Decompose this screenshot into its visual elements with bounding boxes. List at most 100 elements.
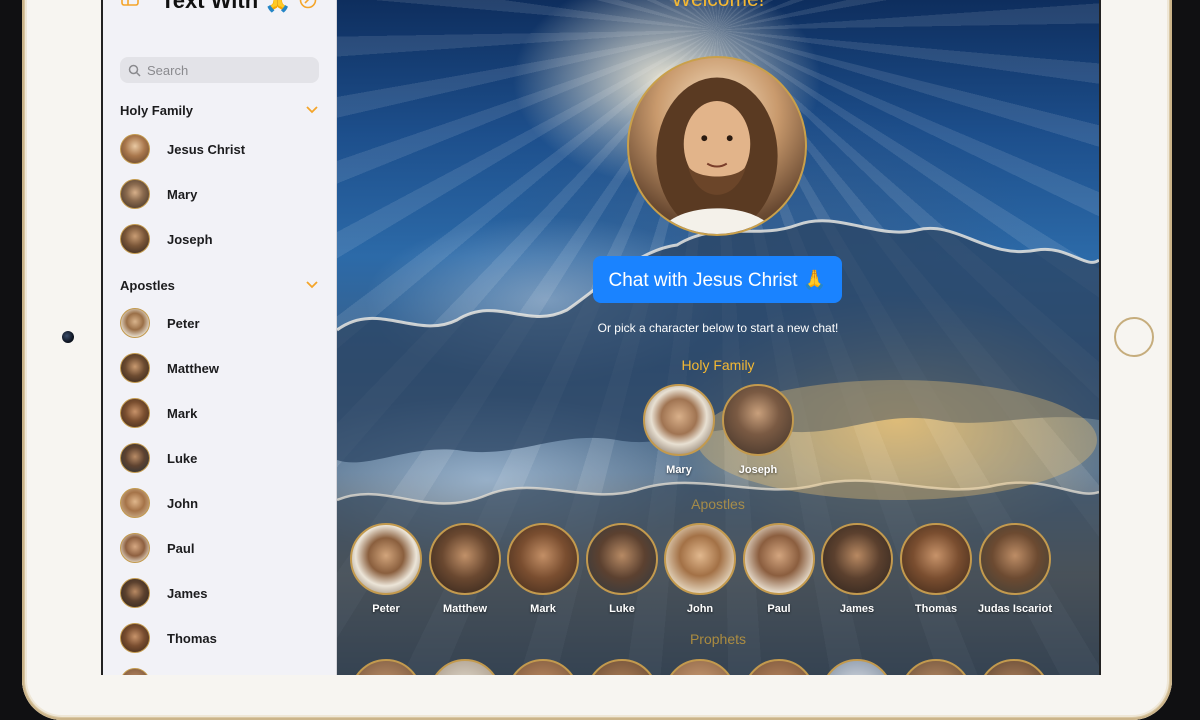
front-camera (62, 331, 74, 343)
sidebar-item-thomas[interactable]: Thomas (120, 621, 320, 655)
character-peter[interactable]: Peter (347, 523, 425, 615)
sidebar-item-paul[interactable]: Paul (120, 531, 320, 565)
contact-name: Joseph (167, 231, 213, 247)
main-content: Welcome! Chat with Jesus Christ 🙏 Or pic… (337, 0, 1099, 675)
character-joseph[interactable]: Joseph (719, 384, 797, 476)
avatar (821, 659, 893, 675)
avatar (643, 384, 715, 456)
avatar (821, 523, 893, 595)
section-header-holy-family[interactable]: Holy Family (120, 100, 320, 120)
avatar (743, 659, 815, 675)
jesus-portrait-icon (656, 77, 778, 234)
search-icon (128, 64, 141, 77)
contact-name: Matthew (167, 360, 219, 376)
sidebar-item-mary[interactable]: Mary (120, 177, 320, 211)
avatar (722, 384, 794, 456)
prophet-avatar[interactable] (975, 659, 1053, 675)
character-mark[interactable]: Mark (504, 523, 582, 615)
avatar (120, 443, 150, 473)
character-judas-iscariot[interactable]: Judas Iscariot (975, 523, 1055, 615)
pick-character-hint: Or pick a character below to start a new… (597, 321, 839, 335)
avatar (979, 523, 1051, 595)
chat-with-jesus-button[interactable]: Chat with Jesus Christ 🙏 (593, 256, 842, 303)
chevron-down-icon (306, 281, 318, 289)
character-name: Peter (372, 603, 400, 615)
contact-name: Jesus Christ (167, 141, 246, 157)
contact-name: Thomas (167, 630, 217, 646)
avatar (429, 659, 501, 675)
prophet-avatar[interactable] (504, 659, 582, 675)
avatar (978, 659, 1050, 675)
prophet-avatar[interactable] (740, 659, 818, 675)
group-label-prophets: Prophets (689, 631, 747, 647)
character-name: Thomas (914, 603, 958, 615)
welcome-heading: Welcome! (337, 0, 1099, 12)
sidebar: Text With 🙏 Search Holy Family Jesus Chr… (103, 0, 337, 675)
search-placeholder: Search (147, 62, 189, 78)
app-title: Text With 🙏 (161, 0, 292, 13)
character-name: Judas Iscariot (978, 603, 1052, 615)
avatar (120, 134, 150, 164)
home-button[interactable] (1114, 317, 1154, 357)
compose-icon[interactable] (299, 0, 317, 9)
avatar (586, 523, 658, 595)
avatar (120, 668, 150, 675)
section-label: Apostles (120, 277, 175, 293)
sidebar-item-matthew[interactable]: Matthew (120, 351, 320, 385)
avatar (120, 623, 150, 653)
character-name: Matthew (443, 603, 487, 615)
section-header-apostles[interactable]: Apostles (120, 275, 320, 295)
avatar (900, 523, 972, 595)
character-name: John (686, 603, 714, 615)
avatar (120, 578, 150, 608)
search-field[interactable]: Search (120, 57, 319, 83)
character-name: James (839, 603, 875, 615)
character-luke[interactable]: Luke (583, 523, 661, 615)
character-thomas[interactable]: Thomas (897, 523, 975, 615)
section-label: Holy Family (120, 102, 193, 118)
avatar (120, 533, 150, 563)
group-label-holy-family: Holy Family (681, 357, 755, 373)
hero-avatar-jesus-christ[interactable] (627, 56, 807, 236)
sidebar-item-partial[interactable] (120, 666, 320, 675)
prophet-avatar[interactable] (347, 659, 425, 675)
avatar (120, 398, 150, 428)
character-name: Mary (666, 464, 692, 476)
character-paul[interactable]: Paul (740, 523, 818, 615)
avatar (507, 523, 579, 595)
contact-name: Mark (167, 405, 198, 421)
character-mary[interactable]: Mary (640, 384, 718, 476)
avatar (900, 659, 972, 675)
prophet-avatar[interactable] (818, 659, 896, 675)
character-name: Joseph (738, 464, 778, 476)
sidebar-item-joseph[interactable]: Joseph (120, 222, 320, 256)
character-james[interactable]: James (818, 523, 896, 615)
sidebar-item-luke[interactable]: Luke (120, 441, 320, 475)
avatar (120, 488, 150, 518)
sidebar-item-john[interactable]: John (120, 486, 320, 520)
contact-name: Mary (167, 186, 198, 202)
avatar (120, 224, 150, 254)
avatar (120, 353, 150, 383)
app-screen: Text With 🙏 Search Holy Family Jesus Chr… (101, 0, 1101, 675)
sidebar-item-james[interactable]: James (120, 576, 320, 610)
prophet-avatar[interactable] (897, 659, 975, 675)
prophet-avatar[interactable] (426, 659, 504, 675)
sidebar-item-jesus-christ[interactable]: Jesus Christ (120, 132, 320, 166)
character-matthew[interactable]: Matthew (426, 523, 504, 615)
contact-name: Luke (167, 450, 198, 466)
sidebar-item-peter[interactable]: Peter (120, 306, 320, 340)
character-john[interactable]: John (661, 523, 739, 615)
prophet-avatar[interactable] (661, 659, 739, 675)
sidebar-toggle-icon[interactable] (121, 0, 139, 6)
avatar (664, 523, 736, 595)
avatar (743, 523, 815, 595)
prophet-avatar[interactable] (583, 659, 661, 675)
avatar (350, 659, 422, 675)
avatar (664, 659, 736, 675)
contact-name: Paul (167, 540, 195, 556)
avatar (429, 523, 501, 595)
chevron-down-icon (306, 106, 318, 114)
character-name: Luke (609, 603, 635, 615)
sidebar-item-mark[interactable]: Mark (120, 396, 320, 430)
